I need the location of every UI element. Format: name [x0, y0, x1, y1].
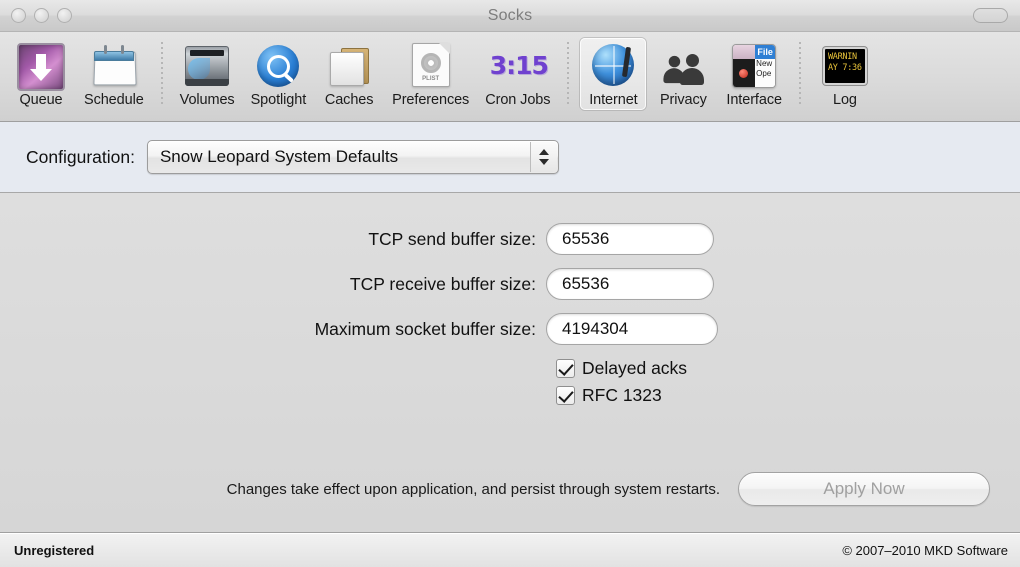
- interface-icon-line2: Ope: [756, 69, 775, 79]
- toolbar-item-caches[interactable]: Caches: [316, 38, 382, 110]
- apply-hint-text: Changes take effect upon application, an…: [227, 481, 720, 498]
- hard-drive-icon: [183, 41, 231, 89]
- interface-icon-line1: New: [756, 59, 775, 69]
- minimize-button[interactable]: [34, 8, 49, 23]
- interface-icon-menu-text: File: [755, 45, 775, 59]
- toolbar: Queue Schedule: [0, 32, 1020, 122]
- apply-now-button[interactable]: Apply Now: [738, 472, 990, 506]
- toolbar-label-volumes: Volumes: [180, 92, 235, 108]
- toolbar-separator-3: [799, 42, 801, 107]
- checkbox-delayed-acks[interactable]: [556, 359, 575, 378]
- toolbar-item-privacy[interactable]: Privacy: [650, 38, 716, 110]
- toolbar-separator-1: [161, 42, 163, 107]
- registration-status: Unregistered: [14, 543, 94, 558]
- label-max-socket-buffer: Maximum socket buffer size:: [0, 319, 546, 340]
- plist-gear-icon: PLIST: [407, 41, 455, 89]
- toolbar-item-log[interactable]: WARNIN AY 7:36 Log: [812, 38, 878, 110]
- copyright-text: © 2007–2010 MKD Software: [842, 543, 1008, 558]
- label-rfc-1323: RFC 1323: [582, 385, 662, 406]
- toolbar-label-privacy: Privacy: [660, 92, 707, 108]
- globe-icon: [589, 41, 637, 89]
- label-tcp-send-buffer: TCP send buffer size:: [0, 229, 546, 250]
- toolbar-label-cron-jobs: Cron Jobs: [485, 92, 550, 108]
- toolbar-label-schedule: Schedule: [84, 92, 144, 108]
- app-window: Socks Queue Schedule: [0, 0, 1020, 567]
- toolbar-item-schedule[interactable]: Schedule: [78, 38, 150, 110]
- settings-panel: TCP send buffer size: 65536 TCP receive …: [0, 193, 1020, 533]
- close-button[interactable]: [11, 8, 26, 23]
- log-console-icon: WARNIN AY 7:36: [821, 41, 869, 89]
- label-delayed-acks: Delayed acks: [582, 358, 687, 379]
- apply-row: Changes take effect upon application, an…: [0, 472, 1020, 506]
- zoom-button[interactable]: [57, 8, 72, 23]
- log-icon-line1: WARNIN: [828, 52, 863, 63]
- window-title: Socks: [0, 7, 1020, 25]
- toolbar-label-queue: Queue: [19, 92, 62, 108]
- people-icon: [659, 41, 707, 89]
- checkbox-row-rfc-1323[interactable]: RFC 1323: [556, 385, 1020, 406]
- toolbar-item-volumes[interactable]: Volumes: [174, 38, 241, 110]
- configuration-label: Configuration:: [26, 147, 135, 168]
- toolbar-item-internet[interactable]: Internet: [580, 38, 646, 110]
- checkbox-rfc-1323[interactable]: [556, 386, 575, 405]
- toolbar-item-cron-jobs[interactable]: 3:15 Cron Jobs: [479, 38, 556, 110]
- toolbar-item-preferences[interactable]: PLIST Preferences: [386, 38, 475, 110]
- toolbar-label-preferences: Preferences: [392, 92, 469, 108]
- configuration-selected-value: Snow Leopard System Defaults: [148, 147, 398, 167]
- stepper-arrows-icon[interactable]: [530, 142, 557, 172]
- folder-icon: [325, 41, 373, 89]
- toolbar-separator-2: [567, 42, 569, 107]
- toolbar-label-spotlight: Spotlight: [251, 92, 307, 108]
- calendar-icon: [90, 41, 138, 89]
- queue-download-icon: [17, 41, 65, 89]
- spotlight-search-icon: [254, 41, 302, 89]
- field-row-tcp-receive: TCP receive buffer size: 65536: [0, 268, 1020, 300]
- field-row-max-socket: Maximum socket buffer size: 4194304: [0, 313, 1020, 345]
- input-tcp-send-buffer[interactable]: 65536: [546, 223, 714, 255]
- cron-icon-text: 3:15: [494, 43, 544, 87]
- log-icon-line2: AY 7:36: [828, 63, 863, 74]
- toolbar-item-interface[interactable]: File New Ope Interface: [720, 38, 788, 110]
- interface-window-icon: File New Ope: [730, 41, 778, 89]
- configuration-bar: Configuration: Snow Leopard System Defau…: [0, 122, 1020, 193]
- toolbar-toggle-button[interactable]: [973, 8, 1008, 23]
- settings-form: TCP send buffer size: 65536 TCP receive …: [0, 193, 1020, 406]
- toolbar-label-internet: Internet: [589, 92, 637, 108]
- label-tcp-receive-buffer: TCP receive buffer size:: [0, 274, 546, 295]
- toolbar-item-spotlight[interactable]: Spotlight: [245, 38, 313, 110]
- title-bar: Socks: [0, 0, 1020, 32]
- input-max-socket-buffer[interactable]: 4194304: [546, 313, 718, 345]
- plist-icon-text: PLIST: [412, 76, 450, 82]
- field-row-tcp-send: TCP send buffer size: 65536: [0, 223, 1020, 255]
- configuration-select[interactable]: Snow Leopard System Defaults: [147, 140, 559, 174]
- checkbox-row-delayed-acks[interactable]: Delayed acks: [556, 358, 1020, 379]
- input-tcp-receive-buffer[interactable]: 65536: [546, 268, 714, 300]
- toolbar-label-interface: Interface: [726, 92, 782, 108]
- clock-time-icon: 3:15: [494, 41, 542, 89]
- status-bar: Unregistered © 2007–2010 MKD Software: [0, 533, 1020, 567]
- toolbar-item-queue[interactable]: Queue: [8, 38, 74, 110]
- toolbar-label-caches: Caches: [325, 92, 374, 108]
- toolbar-label-log: Log: [833, 92, 857, 108]
- window-controls: [11, 8, 72, 23]
